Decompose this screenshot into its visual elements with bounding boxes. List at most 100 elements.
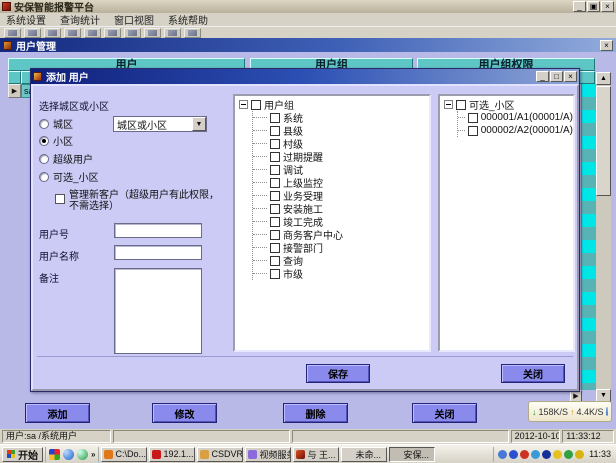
dialog-close-button[interactable]: × — [564, 71, 577, 82]
radio-icon[interactable] — [39, 119, 49, 129]
delete-button[interactable]: 删除 — [283, 403, 348, 423]
tree-checkbox[interactable] — [270, 256, 280, 266]
scroll-up-icon[interactable]: ▲ — [596, 72, 611, 85]
tree-item[interactable]: 市级 — [253, 267, 429, 280]
tree-checkbox[interactable] — [270, 165, 280, 175]
add-button[interactable]: 添加 — [25, 403, 90, 423]
tray-icon[interactable] — [498, 450, 507, 459]
task-button-folder[interactable]: C:\Do... — [101, 447, 147, 462]
radio-optional-community[interactable]: 可选_小区 — [39, 169, 99, 184]
minimize-button[interactable]: _ — [573, 1, 586, 12]
task-button-anbao[interactable]: 安保... — [389, 447, 435, 462]
radio-icon[interactable] — [39, 172, 49, 182]
task-button-video-service[interactable]: 视频服务 — [245, 447, 291, 462]
collapse-icon[interactable] — [239, 100, 248, 109]
radio-superuser[interactable]: 超级用户 — [39, 151, 93, 166]
toolbar-button[interactable] — [84, 28, 101, 38]
toolbar-button[interactable] — [44, 28, 61, 38]
user-no-input[interactable] — [114, 223, 202, 238]
tree-item[interactable]: 村级 — [253, 137, 429, 150]
tree-checkbox[interactable] — [270, 217, 280, 227]
tree-item[interactable]: 查询 — [253, 254, 429, 267]
tray-icon[interactable] — [509, 450, 518, 459]
grid-vertical-scrollbar[interactable]: ▲ ▼ — [596, 72, 611, 402]
district-community-select[interactable]: 城区或小区 ▼ — [113, 116, 207, 132]
toolbar-button[interactable] — [4, 28, 21, 38]
tree-item[interactable]: 过期提醒 — [253, 150, 429, 163]
tree-checkbox[interactable] — [270, 139, 280, 149]
close-button-bottom[interactable]: 关闭 — [412, 403, 477, 423]
toolbar-button[interactable] — [104, 28, 121, 38]
user-name-input[interactable] — [114, 245, 202, 260]
tree-checkbox[interactable] — [270, 178, 280, 188]
task-button-chat[interactable]: 与 王... — [293, 447, 339, 462]
tree-item[interactable]: 县级 — [253, 124, 429, 137]
tree-checkbox[interactable] — [468, 126, 478, 136]
radio-icon[interactable] — [39, 154, 49, 164]
collapse-icon[interactable] — [444, 100, 453, 109]
tree-checkbox[interactable] — [251, 100, 261, 110]
modify-button[interactable]: 修改 — [152, 403, 217, 423]
menu-system-help[interactable]: 系统帮助 — [168, 12, 208, 27]
tree-item[interactable]: 安装施工 — [253, 202, 429, 215]
menu-system-settings[interactable]: 系统设置 — [6, 12, 46, 27]
toolbar-button[interactable] — [184, 28, 201, 38]
tree-item[interactable]: 商务客户中心 — [253, 228, 429, 241]
doc-close-button[interactable]: × — [600, 40, 613, 51]
tray-icon[interactable] — [575, 450, 584, 459]
menu-window-view[interactable]: 窗口视图 — [114, 12, 154, 27]
tree-item[interactable]: 000001/A1(00001/A) — [458, 111, 573, 124]
tray-icon[interactable] — [553, 450, 562, 459]
optional-communities-tree[interactable]: 可选_小区 000001/A1(00001/A) 000002/A2(00001… — [438, 94, 575, 352]
toolbar-button[interactable] — [144, 28, 161, 38]
toolbar-button[interactable] — [164, 28, 181, 38]
tree-checkbox[interactable] — [270, 230, 280, 240]
start-button[interactable]: 开始 — [2, 447, 43, 462]
toolbar-button[interactable] — [124, 28, 141, 38]
tree-checkbox[interactable] — [270, 152, 280, 162]
remark-textarea[interactable] — [114, 268, 202, 354]
checkbox-icon[interactable] — [55, 194, 65, 204]
tray-icon[interactable] — [542, 450, 551, 459]
restore-button[interactable]: ▣ — [587, 1, 600, 12]
quick-launch-icon[interactable] — [77, 449, 88, 460]
radio-community[interactable]: 小区 — [39, 133, 73, 148]
tree-item[interactable]: 上级监控 — [253, 176, 429, 189]
quick-launch-icon[interactable] — [49, 449, 60, 460]
radio-district[interactable]: 城区 — [39, 116, 73, 131]
dialog-titlebar[interactable]: 添加 用户 _ □ × — [31, 69, 579, 84]
dialog-maximize-button[interactable]: □ — [550, 71, 563, 82]
task-button-browser[interactable]: 192.1... — [149, 447, 195, 462]
tree-checkbox[interactable] — [270, 191, 280, 201]
tray-icon[interactable] — [564, 450, 573, 459]
tree-checkbox[interactable] — [456, 100, 466, 110]
toolbar-button[interactable] — [64, 28, 81, 38]
user-groups-tree[interactable]: 用户组 系统 县级 村级 — [233, 94, 431, 352]
task-button-csdvr[interactable]: CSDVR... — [197, 447, 243, 462]
radio-icon[interactable] — [39, 136, 49, 146]
dialog-minimize-button[interactable]: _ — [536, 71, 549, 82]
dialog-close-action-button[interactable]: 关闭 — [501, 364, 565, 383]
tree-checkbox[interactable] — [270, 113, 280, 123]
chevron-down-icon[interactable]: ▼ — [192, 117, 206, 131]
tray-icon[interactable] — [520, 450, 529, 459]
tree-item[interactable]: 调试 — [253, 163, 429, 176]
menu-query-statistics[interactable]: 查询统计 — [60, 12, 100, 27]
scrollbar-thumb[interactable] — [596, 86, 611, 196]
tree-root-optional-communities[interactable]: 可选_小区 — [444, 98, 573, 111]
manage-new-customer-checkbox-row[interactable]: 管理新客户（超级用户有此权限，不需选择） — [55, 190, 223, 212]
tree-item[interactable]: 接警部门 — [253, 241, 429, 254]
tree-root-user-groups[interactable]: 用户组 — [239, 98, 429, 111]
tree-item[interactable]: 业务受理 — [253, 189, 429, 202]
tree-checkbox[interactable] — [468, 113, 478, 123]
tree-checkbox[interactable] — [270, 204, 280, 214]
tree-item[interactable]: 000002/A2(00001/A) — [458, 124, 573, 137]
taskbar-clock[interactable]: 11:33 — [586, 449, 614, 459]
save-button[interactable]: 保存 — [306, 364, 370, 383]
internet-explorer-icon[interactable] — [63, 449, 74, 460]
tree-item[interactable]: 系统 — [253, 111, 429, 124]
close-button[interactable]: × — [601, 1, 614, 12]
tree-checkbox[interactable] — [270, 269, 280, 279]
task-button-untitled[interactable]: 未命... — [341, 447, 387, 462]
quick-launch-overflow-icon[interactable]: » — [91, 450, 95, 459]
